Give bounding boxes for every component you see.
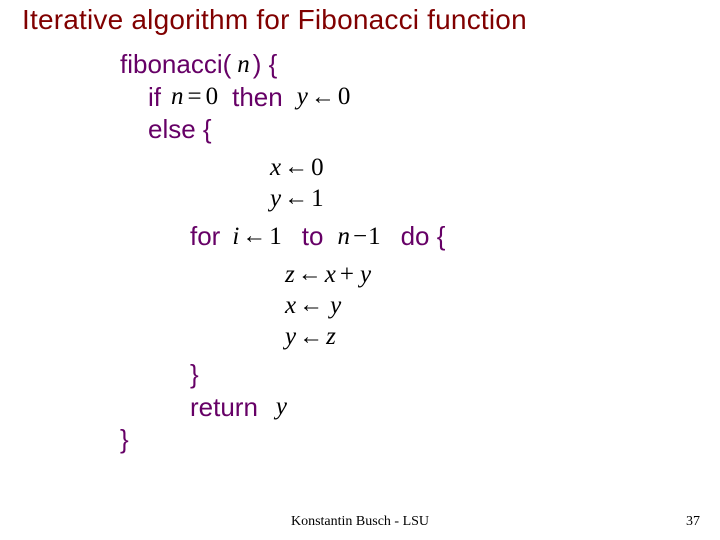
cond-op: =	[188, 81, 202, 112]
line-yz: y ← z	[120, 321, 445, 352]
kw-then: then	[232, 81, 283, 114]
x: x	[270, 152, 281, 183]
kw-return: return	[190, 391, 258, 424]
kw-to: to	[302, 220, 324, 253]
x: x	[325, 259, 336, 290]
assign-arrow-icon: ←	[239, 221, 269, 251]
assign-arrow-icon: ←	[308, 82, 338, 112]
y: y	[285, 321, 296, 352]
cond-rhs: 0	[206, 81, 219, 112]
var-n: n	[237, 49, 250, 80]
line-xy: x ← y	[120, 290, 445, 321]
footer-author: Konstantin Busch - LSU	[0, 514, 720, 530]
line-x0: x ← 0	[120, 152, 445, 183]
pseudocode-block: fibonacci( n ) { if n = 0 then y ← 0 els…	[120, 48, 445, 456]
paren-brace: ) {	[253, 48, 278, 81]
line-y1: y ← 1	[120, 183, 445, 214]
one: 1	[368, 221, 381, 252]
assign-arrow-icon: ←	[296, 290, 326, 320]
line-if: if n = 0 then y ← 0	[120, 81, 445, 114]
y: y	[360, 259, 371, 290]
line-zxy: z ← x + y	[120, 259, 445, 290]
line-endfn: }	[120, 423, 445, 456]
assign-arrow-icon: ←	[281, 152, 311, 182]
kw-if: if	[148, 81, 161, 114]
line-fn-decl: fibonacci( n ) {	[120, 48, 445, 81]
kw-else: else {	[148, 113, 212, 146]
line-return: return y	[120, 391, 445, 424]
y: y	[330, 290, 341, 321]
slide-root: Iterative algorithm for Fibonacci functi…	[0, 0, 720, 540]
close-brace: }	[190, 358, 199, 391]
close-brace: }	[120, 423, 129, 456]
assign-arrow-icon: ←	[295, 259, 325, 289]
kw-fibonacci: fibonacci(	[120, 48, 231, 81]
assign-arrow-icon: ←	[296, 322, 326, 352]
y: y	[270, 183, 281, 214]
kw-do: do {	[401, 220, 446, 253]
x: x	[285, 290, 296, 321]
n: n	[337, 221, 350, 252]
plus-icon: +	[340, 259, 354, 290]
i: i	[232, 221, 239, 252]
kw-for: for	[190, 220, 220, 253]
zero: 0	[311, 152, 324, 183]
one: 1	[311, 183, 324, 214]
z: z	[326, 321, 336, 352]
slide-title: Iterative algorithm for Fibonacci functi…	[22, 4, 710, 36]
y: y	[297, 81, 308, 112]
footer-page-number: 37	[686, 514, 700, 530]
y: y	[276, 391, 287, 422]
cond-lhs: n	[171, 81, 184, 112]
zero: 0	[338, 81, 351, 112]
minus-icon: −	[353, 221, 367, 252]
line-for: for i ← 1 to n − 1 do {	[120, 220, 445, 253]
line-endfor: }	[120, 358, 445, 391]
z: z	[285, 259, 295, 290]
assign-arrow-icon: ←	[281, 183, 311, 213]
one: 1	[269, 221, 282, 252]
line-else: else {	[120, 113, 445, 146]
